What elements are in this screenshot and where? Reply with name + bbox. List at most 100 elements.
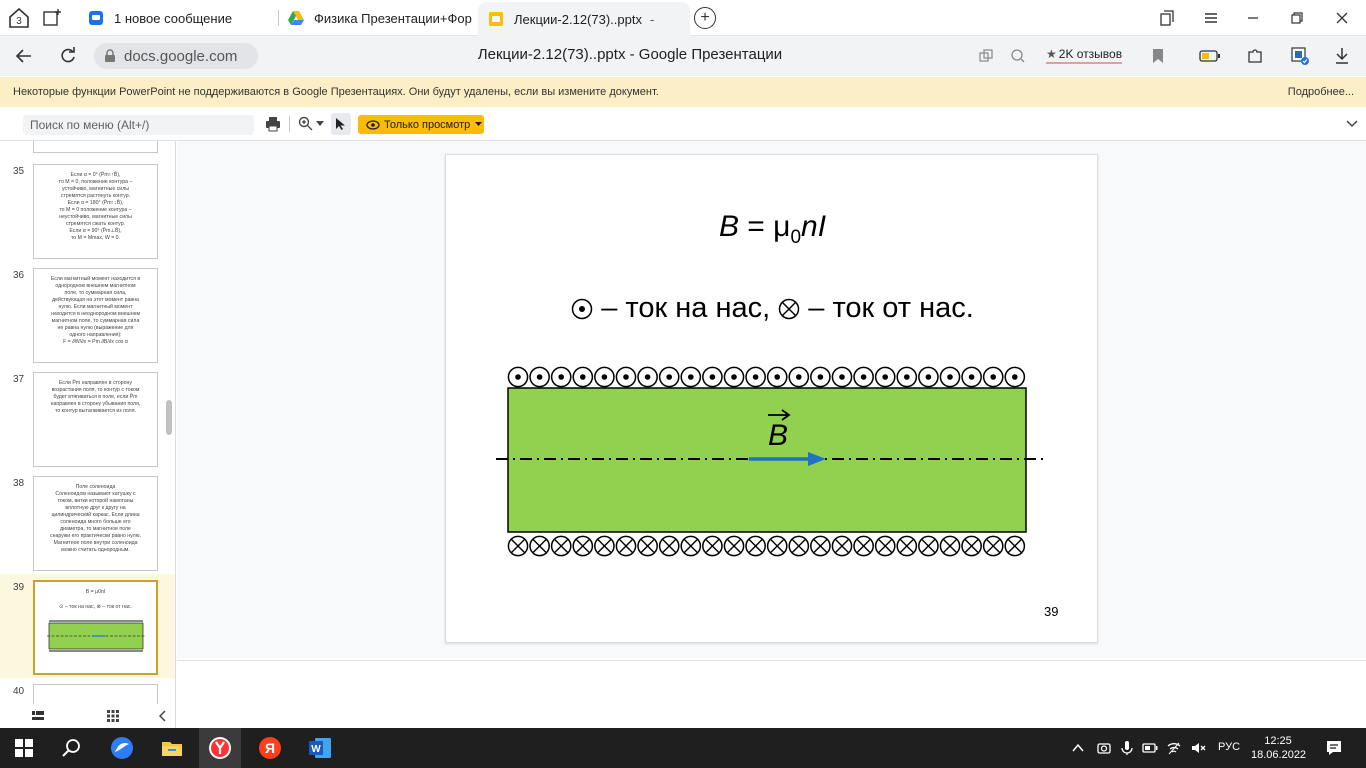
thumbnail-text-line: то контур выталкивается из поля. [55, 408, 136, 415]
extensions-button[interactable] [1243, 44, 1267, 68]
chat-icon [89, 11, 103, 25]
thumbnail-text-line: магнитном поле, то суммарная сила [51, 318, 140, 325]
window-restore-button[interactable] [1285, 6, 1309, 30]
speaker-notes-panel[interactable] [177, 660, 1366, 728]
screenshot-button[interactable] [1288, 44, 1312, 68]
coil-turn-dot [968, 374, 975, 380]
slide-thumbnail-36[interactable]: Если магнитный момент находится в однород… [33, 268, 158, 363]
coil-turn-dot [580, 374, 586, 380]
camera-icon[interactable] [1096, 740, 1112, 756]
tab-label: Лекции-2.12(73)..pptx [514, 11, 642, 27]
windows-start-icon[interactable] [12, 736, 36, 760]
coil-turn-dot [666, 374, 672, 380]
grid-view-button[interactable] [101, 704, 125, 728]
caret-down-icon [316, 121, 324, 126]
window-minimize-button[interactable] [1241, 6, 1265, 30]
tab-drive[interactable]: Физика Презентации+Фор [288, 4, 474, 32]
list-view-button[interactable] [26, 704, 50, 728]
thumbnail-text-line: Если магнитный момент находится в [50, 276, 141, 282]
reviews-badge[interactable]: ★ 2K отзывов [1046, 47, 1123, 64]
filmstrip-scrollbar[interactable] [166, 400, 172, 435]
view-only-dropdown[interactable]: Только просмотр [358, 115, 484, 134]
slides-icon [489, 12, 503, 26]
svg-text:Я: Я [265, 740, 275, 756]
coil-turn-dot [623, 374, 629, 380]
slide-thumbnail-35[interactable]: Если α = 0° (P̄m↑↑B̄), то M = 0, положени… [33, 164, 158, 259]
menu-search-input[interactable]: Поиск по меню (Alt+/) [23, 115, 254, 135]
new-tab-button[interactable]: + [694, 7, 716, 29]
eye-icon [366, 119, 380, 130]
solenoid-diagram: B [496, 366, 1046, 557]
collections-button[interactable] [1155, 6, 1179, 30]
browser-menu-button[interactable] [1199, 6, 1223, 30]
image-check-icon [1291, 47, 1309, 65]
wifi-icon[interactable] [1166, 740, 1182, 756]
url-field[interactable]: docs.google.com [94, 43, 258, 69]
thumbnail-text-line: то M = 0, положение контура – [58, 179, 133, 186]
tab-slides-active[interactable]: Лекции-2.12(73)..pptx - [478, 2, 690, 36]
yandex-messenger-icon[interactable] [110, 736, 134, 760]
tab-messages[interactable]: 1 новое сообщение [88, 4, 278, 32]
yandex-browser-icon[interactable] [208, 736, 232, 760]
notifications-icon[interactable] [1325, 739, 1343, 757]
slide-thumbnail-37[interactable]: Если P̄m направлен в сторону возрастания … [33, 372, 158, 467]
slide-filmstrip[interactable]: 35 Если α = 0° (P̄m↑↑B̄), то M = 0, положе… [0, 141, 176, 704]
bookmark-button[interactable] [1146, 44, 1170, 68]
collapse-toolbar-button[interactable] [1340, 112, 1364, 136]
coil-turn-dot [601, 374, 608, 380]
chevron-left-icon [159, 710, 166, 722]
new-tab-group-button[interactable] [40, 6, 64, 30]
battery-icon [1199, 50, 1220, 62]
slide-page-number: 39 [1044, 604, 1059, 619]
thumbnail-text-line: Если α = 180° (P̄m↑↓B̄), [67, 200, 124, 207]
reader-search-button[interactable] [1006, 44, 1030, 68]
thumbnail-text-line: можно считать однородным. [61, 547, 130, 554]
coil-turn-dot [904, 374, 910, 380]
collapse-filmstrip-button[interactable] [151, 704, 175, 728]
thumbnail-text-line: Если α = 0° (P̄m↑↑B̄), [70, 172, 121, 178]
battery-tray-icon[interactable] [1142, 740, 1158, 756]
close-icon [1336, 12, 1348, 24]
word-icon[interactable]: W [308, 736, 332, 760]
hamburger-menu-icon [1205, 13, 1217, 23]
microphone-icon[interactable] [1119, 740, 1135, 756]
slide-number: 36 [13, 270, 25, 281]
print-button[interactable] [261, 112, 285, 136]
slide-number: 35 [13, 166, 25, 177]
coil-turn-dot [752, 374, 759, 380]
downloads-button[interactable] [1330, 44, 1354, 68]
thumbnail-text-line: поле, то суммарная сила, [64, 290, 127, 297]
input-language-indicator[interactable]: РУС [1218, 741, 1240, 753]
battery-saver-button[interactable] [1198, 44, 1222, 68]
chevron-up-icon[interactable] [1070, 740, 1086, 756]
slide-thumbnail-38[interactable]: Поле соленоида Соленоидом называют катушк… [33, 476, 158, 571]
star-icon: ★ [1046, 47, 1057, 61]
translate-button[interactable] [974, 44, 998, 68]
select-tool-button[interactable] [331, 113, 351, 135]
window-close-button[interactable] [1330, 6, 1354, 30]
warning-message: Некоторые функции PowerPoint не поддержи… [13, 86, 659, 98]
volume-muted-icon[interactable] [1190, 740, 1206, 756]
file-explorer-icon[interactable] [160, 736, 184, 760]
tab-close-button[interactable]: - [650, 12, 654, 27]
reload-button[interactable] [56, 44, 80, 68]
coil-bottom-row [507, 535, 1026, 557]
minimize-icon [1248, 17, 1258, 19]
system-clock[interactable]: 12:25 18.06.2022 [1251, 734, 1306, 762]
vector-label: B [768, 419, 788, 452]
clock-time: 12:25 [1264, 735, 1292, 747]
tab-counter-button[interactable]: 3 [6, 5, 32, 31]
thumbnail-text-line: не равна нулю (выражение для [57, 325, 134, 332]
back-button[interactable] [12, 44, 36, 68]
slide-thumbnail-40[interactable] [33, 684, 158, 704]
svg-text:3: 3 [16, 16, 22, 27]
yandex-icon[interactable]: Я [258, 736, 282, 760]
thumbnail-text-line: F = ∂W/∂x = Pm ∂B/∂x cos α [63, 339, 128, 346]
search-icon[interactable] [60, 736, 84, 760]
slide-thumbnail-39[interactable]: B = μ0nI ⊙ – ток на нас, ⊗ – ток от нас. [33, 580, 158, 675]
zoom-dropdown-button[interactable] [312, 112, 328, 136]
learn-more-link[interactable]: Подробнее... [1288, 86, 1354, 98]
thumbnail-text-line: то M = Mmax, W = 0. [70, 235, 120, 242]
slide-39[interactable]: B = μ0nI – ток на нас, – ток от нас. B 3… [445, 154, 1098, 643]
slide-thumbnail-partial[interactable] [33, 141, 158, 153]
